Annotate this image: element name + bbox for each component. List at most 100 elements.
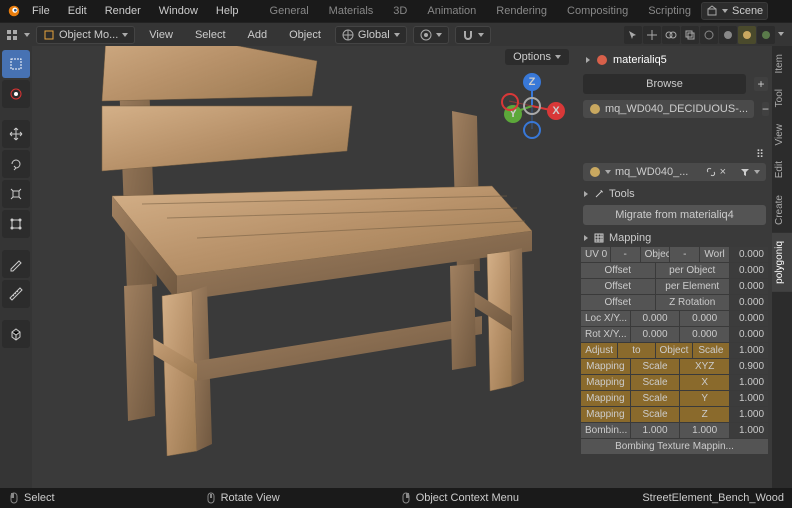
migrate-button[interactable]: Migrate from materialiq4 — [583, 205, 766, 225]
mapping-cell[interactable]: to — [618, 343, 654, 358]
menu-help[interactable]: Help — [208, 2, 247, 20]
rendered-shading-icon[interactable] — [757, 26, 775, 44]
selectability-icon[interactable] — [624, 26, 642, 44]
mapping-value[interactable]: 0.000 — [730, 311, 768, 326]
mapping-cell[interactable]: Mapping — [581, 407, 630, 422]
material-field[interactable]: mq_WD040_... × — [583, 163, 766, 181]
tool-measure[interactable] — [2, 280, 30, 308]
material-shading-icon[interactable] — [738, 26, 756, 44]
solid-shading-icon[interactable] — [719, 26, 737, 44]
mapping-cell[interactable]: Mapping — [581, 359, 630, 374]
overlay-toggle-icon[interactable] — [662, 26, 680, 44]
pivot-selector[interactable] — [413, 26, 449, 44]
mapping-cell[interactable]: Scale — [631, 391, 680, 406]
menu-object[interactable]: Object — [281, 26, 329, 44]
mapping-row[interactable]: Offsetper Element0.000 — [581, 279, 768, 294]
mapping-cell[interactable]: - — [611, 247, 640, 262]
mapping-cell[interactable]: Worl — [700, 247, 729, 262]
mapping-value[interactable]: 0.000 — [730, 247, 768, 262]
gizmo-neg-x-axis[interactable] — [501, 93, 519, 111]
grip-icon[interactable]: ⠿ — [581, 148, 768, 161]
remove-button[interactable]: − — [762, 102, 769, 116]
mapping-row[interactable]: Bombin...1.0001.0001.000 — [581, 423, 768, 438]
mode-selector[interactable]: Object Mo... — [36, 26, 135, 44]
mapping-cell[interactable]: 0.000 — [631, 311, 680, 326]
tool-scale[interactable] — [2, 180, 30, 208]
tool-select-box[interactable] — [2, 50, 30, 78]
mapping-value[interactable]: 0.900 — [730, 359, 768, 374]
orientation-selector[interactable]: Global — [335, 26, 407, 44]
workspace-animation[interactable]: Animation — [418, 2, 485, 20]
mapping-cell[interactable]: 1.000 — [631, 423, 680, 438]
viewport-3d[interactable]: Options — [32, 46, 577, 488]
menu-render[interactable]: Render — [97, 2, 149, 20]
mapping-value[interactable]: 1.000 — [730, 423, 768, 438]
menu-edit[interactable]: Edit — [60, 2, 95, 20]
tool-rotate[interactable] — [2, 150, 30, 178]
wireframe-shading-icon[interactable] — [700, 26, 718, 44]
mapping-cell[interactable]: Scale — [631, 375, 680, 390]
filter-icon[interactable] — [740, 167, 750, 177]
side-tab-create[interactable]: Create — [772, 187, 792, 233]
navigation-gizmo[interactable]: Z X Y — [497, 71, 567, 141]
mapping-cell[interactable]: Y — [680, 391, 729, 406]
mapping-cell[interactable]: Bombin... — [581, 423, 630, 438]
mapping-cell[interactable]: Scale — [693, 343, 729, 358]
mapping-value[interactable]: 0.000 — [730, 263, 768, 278]
side-tab-tool[interactable]: Tool — [772, 81, 792, 115]
mapping-cell[interactable]: UV 0 — [581, 247, 610, 262]
mapping-row[interactable]: Bombing Texture Mappin... — [581, 439, 768, 454]
workspace-3d[interactable]: 3D — [384, 2, 416, 20]
mapping-row[interactable]: UV 0-Object 0.5-Worl0.000 — [581, 247, 768, 262]
chevron-down-icon[interactable] — [584, 235, 588, 241]
side-tab-polygoniq[interactable]: polygoniq — [772, 233, 792, 292]
close-icon[interactable]: × — [720, 166, 726, 178]
mapping-value[interactable]: 0.000 — [730, 279, 768, 294]
mapping-row[interactable]: Rot X/Y...0.0000.0000.000 — [581, 327, 768, 342]
mapping-cell[interactable]: Offset — [581, 295, 655, 310]
chevron-down-icon[interactable] — [584, 191, 588, 197]
mapping-cell[interactable]: 1.000 — [680, 423, 729, 438]
mapping-cell[interactable]: Object — [656, 343, 692, 358]
tool-annotate[interactable] — [2, 250, 30, 278]
menu-window[interactable]: Window — [151, 2, 206, 20]
workspace-rendering[interactable]: Rendering — [487, 2, 556, 20]
menu-select[interactable]: Select — [187, 26, 234, 44]
menu-file[interactable]: File — [24, 2, 58, 20]
mapping-cell[interactable]: 0.000 — [631, 327, 680, 342]
mapping-cell[interactable]: Mapping — [581, 391, 630, 406]
side-tab-item[interactable]: Item — [772, 46, 792, 81]
mapping-row[interactable]: MappingScaleY1.000 — [581, 391, 768, 406]
tool-add-primitive[interactable] — [2, 320, 30, 348]
mapping-row[interactable]: OffsetZ Rotation0.000 — [581, 295, 768, 310]
link-icon[interactable] — [706, 167, 716, 177]
chevron-down-icon[interactable] — [778, 32, 784, 36]
mapping-cell[interactable]: Z — [680, 407, 729, 422]
mapping-cell[interactable]: Loc X/Y... — [581, 311, 630, 326]
side-tab-view[interactable]: View — [772, 116, 792, 154]
tool-transform[interactable] — [2, 210, 30, 238]
mapping-cell[interactable]: XYZ — [680, 359, 729, 374]
mapping-value[interactable]: 1.000 — [730, 391, 768, 406]
mapping-value[interactable]: 0.000 — [730, 295, 768, 310]
gizmo-toggle-icon[interactable] — [643, 26, 661, 44]
gizmo-z-axis[interactable]: Z — [523, 73, 541, 91]
mapping-row[interactable]: MappingScaleXYZ0.900 — [581, 359, 768, 374]
mapping-row[interactable]: Offsetper Object0.000 — [581, 263, 768, 278]
scene-selector[interactable]: Scene — [701, 2, 768, 20]
mapping-cell[interactable]: X — [680, 375, 729, 390]
material-chip[interactable]: mq_WD040_DECIDUOUS-... — [583, 100, 754, 118]
mapping-cell[interactable]: 0.000 — [680, 327, 729, 342]
mapping-cell[interactable]: Bombing Texture Mappin... — [581, 439, 768, 454]
mapping-cell[interactable]: - — [670, 247, 699, 262]
side-tab-edit[interactable]: Edit — [772, 153, 792, 186]
menu-add[interactable]: Add — [240, 26, 276, 44]
tool-cursor[interactable] — [2, 80, 30, 108]
mapping-row[interactable]: MappingScaleZ1.000 — [581, 407, 768, 422]
editor-type-icon[interactable] — [6, 29, 18, 41]
chevron-down-icon[interactable] — [586, 57, 590, 63]
mapping-cell[interactable]: Offset — [581, 279, 655, 294]
workspace-compositing[interactable]: Compositing — [558, 2, 637, 20]
mapping-cell[interactable]: per Element — [656, 279, 730, 294]
menu-view[interactable]: View — [141, 26, 181, 44]
